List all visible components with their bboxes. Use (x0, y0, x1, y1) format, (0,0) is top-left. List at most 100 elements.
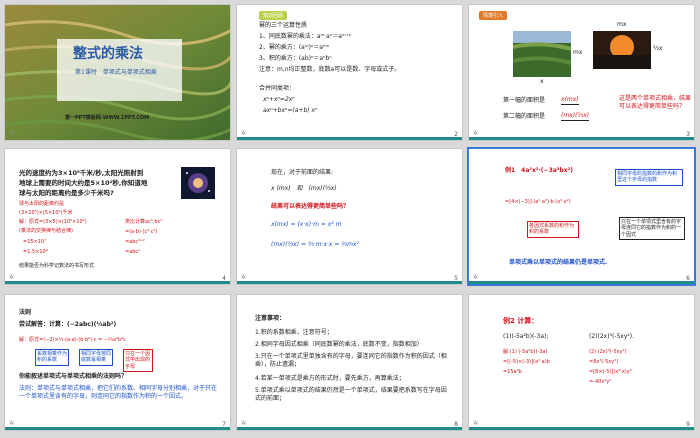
solution-1-line: 解:(1) (-5a²b)(-3a) (503, 349, 548, 355)
slide-5-eq1: x(mx) = (x·x)·m = x² m (271, 221, 342, 228)
area-question-2: 第二幅的面积是 (503, 113, 546, 120)
slide-thumbnail-8[interactable]: 注意事项： 1.积的系数相乘，注意符号； 2.相同字母因式相乘（同底数幂的乘法，… (236, 294, 463, 431)
rule-text: 法则：单项式与单项式相乘，把它们的系数、相同字母分别相乘，对于只在一个单项式里含… (19, 385, 218, 401)
slide-2-line: axⁿ+bxⁿ=(a+b) xⁿ (263, 107, 318, 114)
slide-thumbnail-1[interactable]: 整式的乘法 第1课时 单项式与单项式相乘 第一PPT模板网-WWW.1PPT.C… (4, 4, 231, 141)
label-mx: mx (617, 21, 627, 28)
solution-2-line: =[8×(-5)](x³·x)y² (589, 369, 632, 375)
slide-2-line: 合并同类项： (259, 85, 296, 92)
slide-4-line: 球与太阳的距离约是多少千米吗? (19, 189, 114, 197)
slide-thumbnail-3[interactable]: 情境引入 x mx mx ⅔x 第一幅的面积是 x(mx) 第二幅的面积是 (m… (468, 4, 695, 141)
example-2-part-2: (2)(2x)³(-5xy²). (589, 333, 635, 340)
example-1: 例1 4a²x²·(−3a³bx²) (505, 167, 573, 174)
box-single-letter: 只在一个因式中出现的字母 (123, 349, 153, 372)
slide-star-icon: ✲ (9, 274, 15, 281)
area-answer-2: (mx)(⅔x) (561, 112, 590, 122)
note-same-letters: 相同字母的指数的和作为积里这个字母的指数 (615, 169, 683, 186)
slide-2-line: 注意：m,n均正整数，底数a可以是数、字母或式子。 (259, 66, 401, 73)
solution-2-line: =-40x⁴y² (589, 379, 612, 385)
slide-star-icon: ✲ (241, 420, 247, 427)
slide-footer-bar (469, 281, 694, 284)
slide-number: 1 (222, 131, 226, 138)
slide-footer-bar (5, 427, 230, 430)
slide-star-icon: ✲ (9, 130, 15, 137)
knowledge-review-tag: 知识回顾 (259, 11, 288, 20)
slide-number: 4 (222, 275, 226, 282)
slide-4-line: 光的速度约为3×10⁵千米/秒,太阳光照射到 (19, 169, 144, 177)
box-coefficient: 系数相乘作为积的系数 (35, 349, 69, 366)
slide-thumbnail-2[interactable]: 知识回顾 幂的三个运算性质 1、同底数幂的乘法：aᵐ·aⁿ＝aᵐ⁺ⁿ 2、幂的乘… (236, 4, 463, 141)
slide-number: 8 (454, 421, 458, 428)
slide-4-red-line: 解：原式=(3×5)×(10⁵×10²) (19, 219, 87, 225)
slide-thumbnail-7[interactable]: 法则 尝试解答：计算：(−2abc)(⅓ab²) 解：原式=(−2)×⅓·(a·… (4, 294, 231, 431)
example-1-work: =[4×(−3)]·(a²·a³)·b·(x²·x²) (505, 199, 571, 205)
label-x: x (540, 78, 544, 85)
solution-2-line: (2) (2x)³(-5xy²) (589, 349, 627, 355)
note-item: 3.只在一个单项式里单独含有的字母，要连同它的指数作为积的因式（相乘），防止遗漏… (255, 353, 447, 369)
note-item: 5.单项式乘以单项式的结果仍然是一个单项式，结果要把系数写在字母因式的前面； (255, 387, 447, 403)
slide-5-eq2: (mx)(⅔x) = ⅔·m·x·x = ⅔mx² (271, 241, 359, 248)
try-solve: 尝试解答：计算：(−2abc)(⅓ab²) (19, 321, 117, 328)
note-item: 2.相同字母因式相乘（同底数幂的乘法，底数不变，指数相加） (255, 341, 423, 348)
slide-4-red-line: (乘法的交换律与结合律) (19, 228, 73, 234)
note-item: 1.积的系数相乘，注意符号； (255, 329, 333, 336)
slide-footer-bar (237, 427, 462, 430)
solution-2-line: =8x³(-5xy²) (589, 359, 619, 365)
slide-thumbnail-5[interactable]: 现在，对于前面的结果: x (mx) 和 (mx)(⅔x) 结果可以表达得更简单… (236, 148, 463, 285)
note-single-letters: 只在一个单项式里含有的字母连同它的指数作为积的一个因式 (619, 217, 685, 240)
slide-1-footer: 第一PPT模板网-WWW.1PPT.COM (65, 115, 150, 121)
slide-4-red-line: =15×10⁷ (23, 239, 47, 245)
slide-footer-bar (237, 281, 462, 284)
slide-2-line: 3、积的乘方：(ab)ⁿ＝aⁿbⁿ (259, 55, 332, 62)
box-same-letters: 相同字母按同底数幂相乘 (79, 349, 113, 366)
slide-thumbnail-4[interactable]: 光的速度约为3×10⁵千米/秒,太阳光照射到 地球上需要的时间大约是5×10²秒… (4, 148, 231, 285)
situation-intro-tag: 情境引入 (479, 11, 508, 20)
slide-star-icon: ✲ (241, 130, 247, 137)
slide-2-line: 1、同底数幂的乘法：aᵐ·aⁿ＝aᵐ⁺ⁿ (259, 33, 352, 40)
slide-number: 5 (454, 275, 458, 282)
slide-4-red-line: =1.5×10⁸ (23, 249, 48, 255)
simplify-question: 这是两个单项式相乘，结果可以表达得更简单些吗？ (619, 95, 692, 111)
galaxy-image (181, 167, 215, 199)
solution: 解：原式=(−2)×⅓·(a·a)·(b·b²)·c = −⅔a²b³c (19, 337, 126, 343)
slide-1-title: 整式的乘法 (73, 46, 143, 62)
rule-title: 法则 (19, 309, 32, 316)
slide-number: 7 (222, 421, 226, 428)
photo-1 (513, 31, 571, 77)
slide-number: 3 (686, 131, 690, 138)
note-item: 4.若某一单项式是乘方的形式时，要先乘方，再算乘法； (255, 375, 405, 382)
slide-4-right-line: =(a·b)·(c⁵·c²) (125, 229, 158, 235)
slide-4-red-line: 球与太阳的距离约是 (19, 201, 65, 207)
slide-thumbnail-6[interactable]: 例1 4a²x²·(−3a³bx²) =[4×(−3)]·(a²·a³)·b·(… (467, 147, 696, 286)
area-question-1: 第一幅的面积是 (503, 97, 546, 104)
slide-star-icon: ✲ (473, 420, 479, 427)
area-answer-1: x(mx) (561, 96, 579, 106)
slide-2-line: 2、幂的乘方：(aᵐ)ⁿ＝aᵐⁿ (259, 44, 330, 51)
slide-footer-bar (469, 137, 694, 140)
slide-5-line: x (mx) 和 (mx)(⅔x) (271, 185, 337, 192)
notes-heading: 注意事项： (255, 315, 286, 322)
example-2-part-1: (1)(-5a²b)(-3a); (503, 333, 549, 340)
example-2-title: 例2 计算： (503, 317, 539, 325)
slide-number: 2 (454, 131, 458, 138)
note-coefficients: 各因式系数的积作为积的系数 (527, 221, 579, 238)
slide-footer-bar (469, 427, 694, 430)
label-two-thirds-x: ⅔x (653, 45, 663, 52)
slide-4-line: 地球上需要的时间大约是5×10²秒,你知道地 (19, 179, 148, 187)
conclusion: 单项式乘以单项式的结果仍是单项式. (509, 259, 608, 266)
photo-2 (593, 31, 651, 69)
slide-4-note: 结果能否为科学记数法的书写形式 (19, 263, 95, 269)
slide-1-subtitle: 第1课时 单项式与单项式相乘 (75, 69, 157, 76)
slide-4-right-line: =abc⁵⁺² (125, 239, 145, 245)
slide-star-icon: ✲ (241, 274, 247, 281)
solution-1-line: =15a³b (503, 369, 522, 375)
slide-thumbnail-9[interactable]: 例2 计算： (1)(-5a²b)(-3a); (2)(2x)³(-5xy²).… (468, 294, 695, 431)
slide-number: 9 (686, 421, 690, 428)
slide-4-red-line: (3×10⁵)×(5×10²)千米 (19, 210, 73, 216)
solution-1-line: =[(-5)×(-3)](a²·a)b (503, 359, 550, 365)
slide-5-line: 现在，对于前面的结果: (271, 169, 334, 176)
slide-4-right-line: 类比计算ac⁵·bc² (125, 219, 163, 225)
slide-4-right-line: =abc⁷ (125, 249, 141, 255)
slide-2-line: xⁿ+xⁿ=2xⁿ (263, 96, 295, 103)
slide-2-heading: 幂的三个运算性质 (259, 22, 308, 29)
